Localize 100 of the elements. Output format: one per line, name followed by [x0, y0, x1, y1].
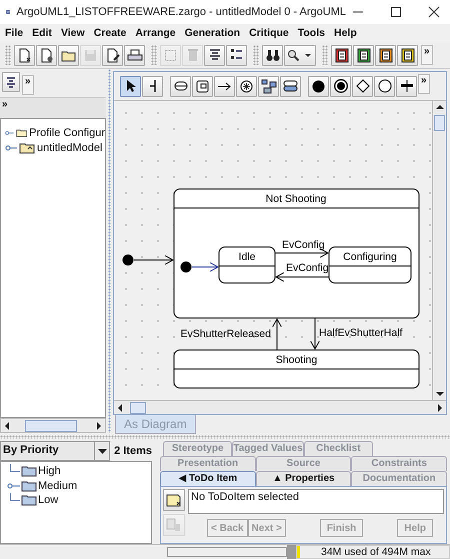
transition-arrow[interactable]	[272, 318, 282, 350]
toolbar-button[interactable]	[124, 44, 145, 66]
transition-arrow[interactable]	[192, 262, 218, 272]
stub-state-icon	[283, 80, 298, 92]
menu-item[interactable]: Critique	[249, 27, 289, 39]
status-panel	[287, 545, 296, 559]
submachine-icon	[260, 78, 276, 94]
palette-tool[interactable]	[258, 76, 279, 96]
fork-icon	[400, 79, 414, 93]
toolbar-button[interactable]	[14, 44, 35, 66]
scroll-right-icon[interactable]	[436, 402, 444, 412]
state-icon	[174, 81, 188, 91]
window-title: ArgoUML1_LISTOFFREEWARE.zargo - untitledModel 0 - ArgoUML	[16, 6, 346, 18]
close-icon[interactable]	[428, 6, 440, 18]
palette-tool[interactable]	[142, 76, 163, 96]
details-tab[interactable]: ◀ ToDo Item	[160, 471, 256, 486]
palette-tool[interactable]	[236, 76, 257, 96]
scrollbar-thumb[interactable]	[25, 420, 77, 432]
expand-handle-icon[interactable]	[5, 144, 17, 152]
folder-icon	[21, 480, 37, 492]
menu-item[interactable]: Generation	[184, 27, 240, 39]
scroll-right-icon[interactable]	[95, 420, 103, 430]
tree-item[interactable]: Profile Configur	[29, 126, 105, 138]
todo-description: No ToDoItem selected	[188, 489, 444, 514]
search-icon	[287, 48, 313, 62]
tree-item[interactable]: Low	[38, 494, 58, 506]
menu-item[interactable]: View	[60, 27, 85, 39]
maximize-icon[interactable]	[390, 6, 402, 18]
overflow-chevron[interactable]: »	[0, 99, 10, 113]
selection-icon	[164, 48, 177, 62]
tree-item[interactable]: untitledModel	[37, 142, 102, 154]
tree-item[interactable]: High	[38, 465, 61, 478]
state-node[interactable]: Configuring	[328, 246, 412, 284]
initial-state[interactable]	[122, 254, 134, 266]
toolbar-button[interactable]	[353, 44, 374, 66]
list-icon	[230, 48, 243, 62]
bar-icon	[148, 79, 156, 93]
menu-item[interactable]: Tools	[298, 27, 325, 39]
details-tab[interactable]: ▲ Properties	[256, 471, 352, 486]
scroll-up-icon[interactable]	[434, 103, 444, 111]
palette-tool[interactable]	[192, 76, 213, 96]
palette-tool[interactable]	[280, 76, 301, 96]
palette-tool[interactable]	[214, 76, 235, 96]
palette-tool[interactable]	[352, 76, 373, 96]
sort-dropdown[interactable]: By Priority	[0, 441, 110, 461]
menu-item[interactable]: Arrange	[135, 27, 176, 39]
menu-item[interactable]: Create	[94, 27, 126, 39]
floppy-icon	[84, 48, 97, 62]
toolbar-button[interactable]	[284, 44, 316, 66]
align-icon	[208, 48, 220, 62]
transition-label: EvShutterReleased	[180, 328, 271, 340]
expand-handle-icon[interactable]	[6, 482, 20, 489]
transition-label: EvConfig	[282, 239, 325, 251]
package-icon	[19, 142, 35, 154]
scrollbar-thumb[interactable]	[130, 402, 146, 414]
composite-state-icon	[196, 80, 209, 92]
toolbar-button[interactable]	[331, 44, 352, 66]
report-icon	[400, 48, 414, 62]
tree-item[interactable]: Medium	[38, 480, 78, 492]
toolbar-button[interactable]	[58, 44, 79, 66]
scroll-left-icon[interactable]	[116, 402, 124, 412]
todo-tool-button[interactable]	[163, 489, 185, 511]
item-count: 2 Items	[114, 445, 152, 457]
palette-tool[interactable]	[120, 76, 141, 96]
transition-label: EvConfig	[286, 262, 329, 274]
state-node[interactable]: Shooting	[174, 350, 420, 388]
transition-arrow[interactable]	[134, 255, 174, 265]
transition-arrow[interactable]	[310, 318, 320, 350]
toolbar-button[interactable]	[226, 44, 247, 66]
scrollbar-thumb[interactable]	[434, 115, 445, 131]
scroll-down-icon[interactable]	[434, 390, 444, 398]
menu-item[interactable]: Help	[334, 27, 357, 39]
delete-note-icon	[166, 518, 182, 532]
palette-tool[interactable]	[308, 76, 329, 96]
palette-tool[interactable]	[396, 76, 417, 96]
note-icon	[166, 493, 182, 507]
overflow-chevron[interactable]: »	[421, 45, 433, 65]
align-icon	[6, 76, 16, 88]
toolbar-button[interactable]	[36, 44, 57, 66]
overflow-chevron[interactable]: »	[22, 75, 34, 95]
toolbar-button[interactable]	[102, 44, 123, 66]
palette-tool[interactable]	[374, 76, 395, 96]
palette-tool[interactable]	[330, 76, 351, 96]
palette-tool[interactable]	[170, 76, 191, 96]
expand-handle-icon[interactable]	[5, 128, 14, 136]
toolbar-button[interactable]	[375, 44, 396, 66]
overflow-chevron[interactable]: »	[418, 74, 430, 94]
transition-arrow[interactable]	[276, 272, 330, 282]
toolbar-button[interactable]	[204, 44, 225, 66]
toolbar-button[interactable]	[397, 44, 418, 66]
menu-item[interactable]: File	[5, 27, 24, 39]
menu-item[interactable]: Edit	[32, 27, 52, 39]
toolbar-button[interactable]	[262, 44, 283, 66]
arrow-icon	[217, 82, 232, 90]
state-node[interactable]: Idle	[218, 246, 276, 284]
report-icon	[334, 48, 348, 62]
initial-state[interactable]	[180, 262, 192, 272]
binoculars-icon	[266, 48, 280, 62]
toolbar-button[interactable]	[2, 72, 20, 92]
scroll-left-icon[interactable]	[3, 420, 11, 430]
